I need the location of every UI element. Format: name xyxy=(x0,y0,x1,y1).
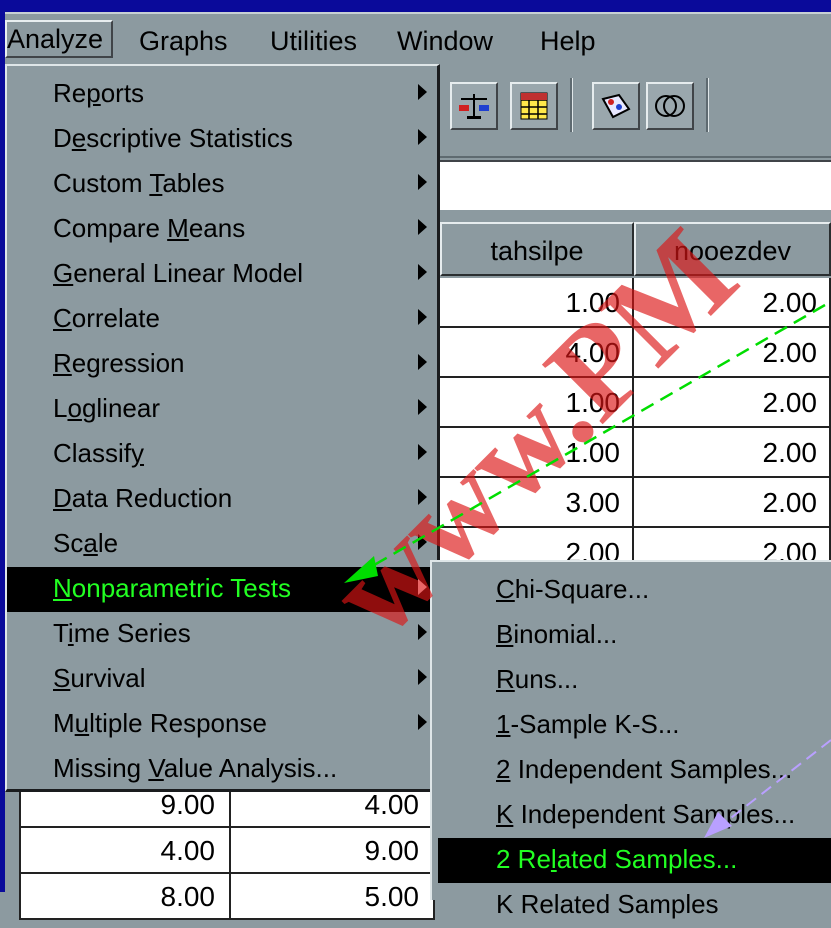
submenu-arrow-icon xyxy=(418,399,427,415)
table-cell[interactable]: 5.00 xyxy=(231,874,435,920)
menu-item-survival[interactable]: Survival xyxy=(7,657,437,702)
menu-item-loglinear[interactable]: Loglinear xyxy=(7,387,437,432)
menu-item-nonparametric-tests[interactable]: Nonparametric Tests xyxy=(7,567,437,612)
table-cell[interactable]: 1.00 xyxy=(440,428,634,478)
submenu-arrow-icon xyxy=(418,264,427,280)
menu-item-classify[interactable]: Classify xyxy=(7,432,437,477)
submenu-arrow-icon xyxy=(418,624,427,640)
toolbar-separator xyxy=(570,78,573,132)
submenu-arrow-icon xyxy=(418,669,427,685)
menu-analyze[interactable]: Analyze xyxy=(5,20,114,58)
table-row: 1.00 2.00 xyxy=(440,378,831,428)
table-row: 8.00 5.00 xyxy=(5,874,435,920)
window-frame-top xyxy=(0,0,831,12)
balance-scale-icon[interactable] xyxy=(450,82,498,130)
table-row: 4.00 2.00 xyxy=(440,328,831,378)
submenu-arrow-icon xyxy=(418,129,427,145)
toolbar-separator xyxy=(706,78,709,132)
table-row: 1.00 2.00 xyxy=(440,278,831,328)
table-cell[interactable]: 1.00 xyxy=(440,278,634,328)
submenu-arrow-icon xyxy=(418,309,427,325)
table-row: 1.00 2.00 xyxy=(440,428,831,478)
table-cell[interactable]: 3.00 xyxy=(440,478,634,528)
submenu-item-k-independent-samples[interactable]: K Independent Samples... xyxy=(432,793,831,838)
submenu-arrow-icon xyxy=(418,354,427,370)
table-cell[interactable]: 4.00 xyxy=(19,828,231,874)
menu-item-data-reduction[interactable]: Data Reduction xyxy=(7,477,437,522)
menu-item-compare-means[interactable]: Compare Means xyxy=(7,207,437,252)
menu-bar: Analyze Graphs Utilities Window Help xyxy=(5,12,831,68)
submenu-arrow-icon xyxy=(418,579,427,595)
cell-editor-input[interactable] xyxy=(440,160,831,210)
menu-item-correlate[interactable]: Correlate xyxy=(7,297,437,342)
value-labels-icon[interactable] xyxy=(592,82,640,130)
submenu-arrow-icon xyxy=(418,174,427,190)
submenu-item-2-independent-samples[interactable]: 2 Independent Samples... xyxy=(432,748,831,793)
menu-item-multiple-response[interactable]: Multiple Response xyxy=(7,702,437,747)
table-cell[interactable]: 2.00 xyxy=(634,478,831,528)
submenu-item-binomial[interactable]: Binomial... xyxy=(432,613,831,658)
nonparametric-tests-submenu: Chi-Square... Binomial... Runs... 1-Samp… xyxy=(430,560,831,919)
use-sets-icon[interactable] xyxy=(646,82,694,130)
table-cell[interactable]: 1.00 xyxy=(440,378,634,428)
menu-graphs[interactable]: Graphs xyxy=(139,24,228,58)
submenu-arrow-icon xyxy=(418,714,427,730)
menu-item-missing-value-analysis[interactable]: Missing Value Analysis... xyxy=(7,747,437,792)
column-header-nooezdev[interactable]: nooezdev xyxy=(634,222,831,276)
analyze-menu: Reports Descriptive Statistics Custom Ta… xyxy=(5,64,440,792)
menu-item-general-linear-model[interactable]: General Linear Model xyxy=(7,252,437,297)
table-cell[interactable]: 8.00 xyxy=(19,874,231,920)
table-cell[interactable]: 9.00 xyxy=(231,828,435,874)
table-cell[interactable]: 2.00 xyxy=(634,328,831,378)
menu-item-time-series[interactable]: Time Series xyxy=(7,612,437,657)
submenu-item-2-related-samples[interactable]: 2 Related Samples... xyxy=(438,838,831,883)
table-cell[interactable]: 2.00 xyxy=(634,428,831,478)
grid-table-icon[interactable] xyxy=(510,82,558,130)
menu-item-scale[interactable]: Scale xyxy=(7,522,437,567)
submenu-arrow-icon xyxy=(418,444,427,460)
menu-item-regression[interactable]: Regression xyxy=(7,342,437,387)
table-cell[interactable]: 2.00 xyxy=(634,278,831,328)
submenu-arrow-icon xyxy=(418,534,427,550)
submenu-arrow-icon xyxy=(418,84,427,100)
table-cell[interactable]: 4.00 xyxy=(440,328,634,378)
submenu-arrow-icon xyxy=(418,489,427,505)
submenu-item-chi-square[interactable]: Chi-Square... xyxy=(432,568,831,613)
table-row: 3.00 2.00 xyxy=(440,478,831,528)
menu-item-custom-tables[interactable]: Custom Tables xyxy=(7,162,437,207)
column-header-tahsilpe[interactable]: tahsilpe xyxy=(440,222,634,276)
submenu-item-k-related-samples[interactable]: K Related Samples xyxy=(432,883,831,928)
menu-item-reports[interactable]: Reports xyxy=(7,72,437,117)
table-cell[interactable]: 2.00 xyxy=(634,378,831,428)
menu-window[interactable]: Window xyxy=(397,24,493,58)
menu-item-descriptive-statistics[interactable]: Descriptive Statistics xyxy=(7,117,437,162)
table-row: 4.00 9.00 xyxy=(5,828,435,874)
toolbar xyxy=(440,66,831,158)
submenu-arrow-icon xyxy=(418,219,427,235)
submenu-item-runs[interactable]: Runs... xyxy=(432,658,831,703)
menu-help[interactable]: Help xyxy=(540,24,596,58)
menu-utilities[interactable]: Utilities xyxy=(270,24,357,58)
submenu-item-1-sample-ks[interactable]: 1-Sample K-S... xyxy=(432,703,831,748)
